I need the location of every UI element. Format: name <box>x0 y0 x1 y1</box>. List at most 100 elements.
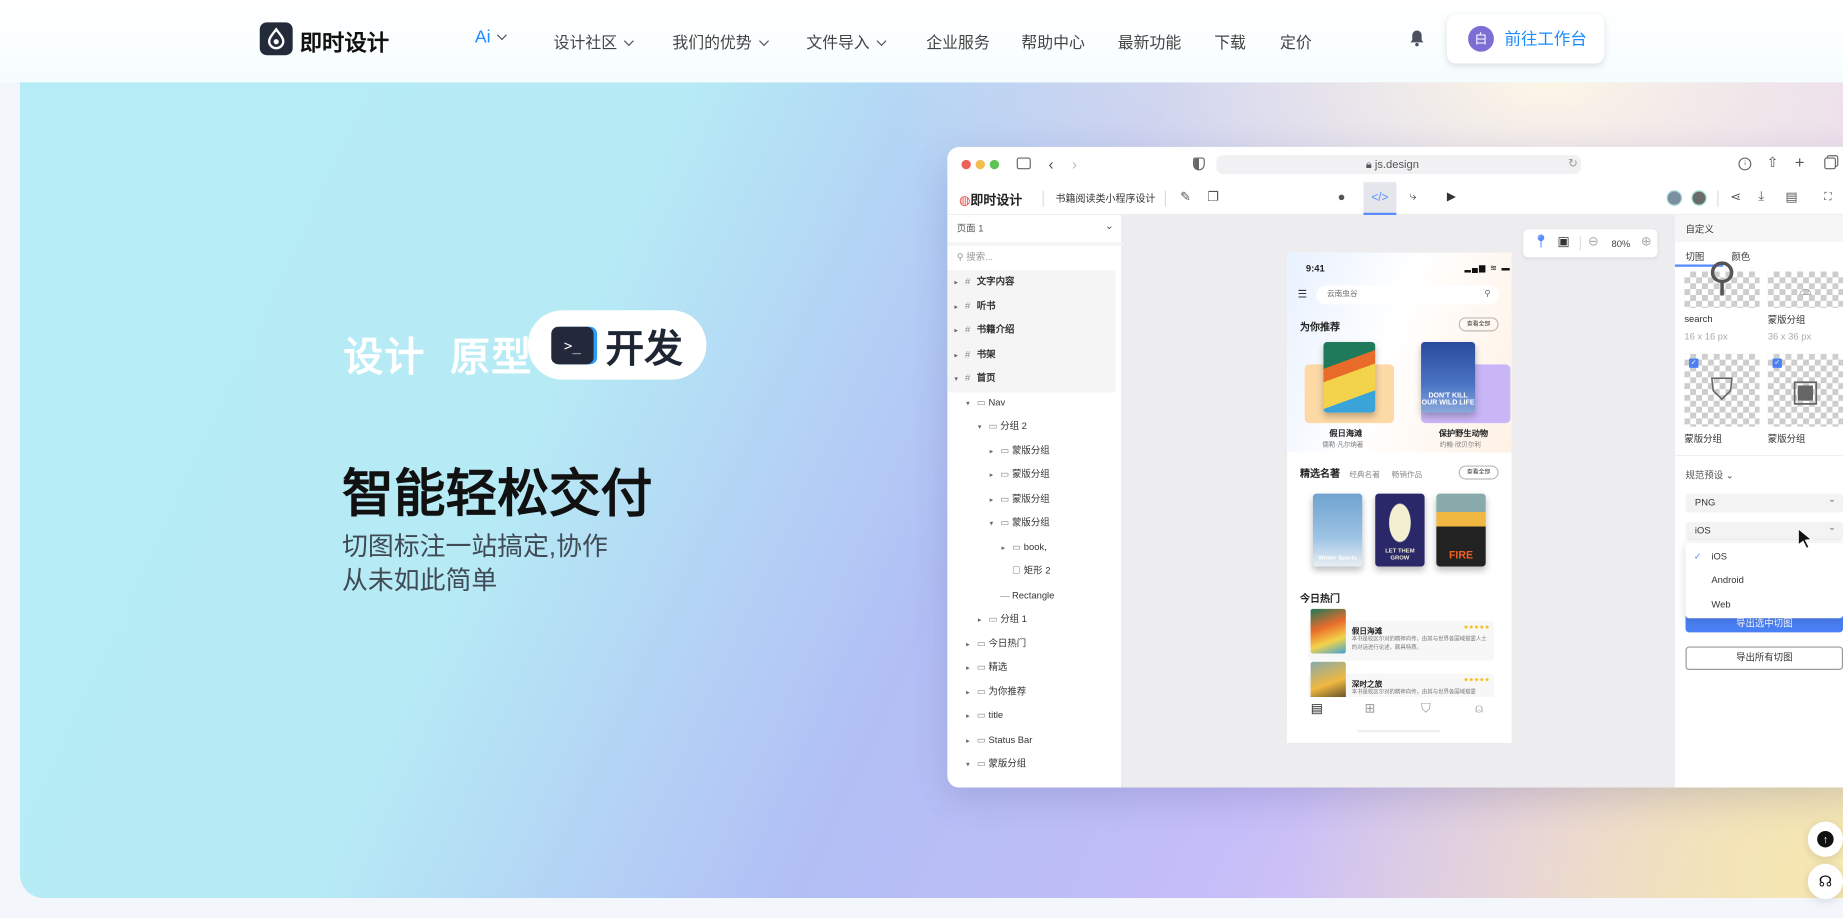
phone-search[interactable]: 云南虫谷 ⚲ <box>1316 285 1499 305</box>
duplicate-icon[interactable]: ❐ <box>1207 191 1219 205</box>
layer-row[interactable]: ▸ ▭ 今日热门 <box>966 632 1026 656</box>
layer-row[interactable]: ☐ 矩形 2 <box>1001 559 1050 583</box>
book-cover[interactable]: DON'T KILL OUR WILD LIFE <box>1421 342 1476 413</box>
caret-right-icon[interactable]: ▸ <box>990 488 1001 512</box>
zoom-out-icon[interactable]: ⊖ <box>1588 236 1599 249</box>
user-icon[interactable]: ⍝ <box>1475 702 1483 716</box>
logo-icon[interactable] <box>259 22 293 56</box>
layer-row[interactable]: ▸ # 听书 <box>954 294 995 318</box>
download-icon[interactable]: ↓ <box>1738 157 1752 171</box>
share-icon[interactable]: ⋖ <box>1730 191 1741 205</box>
layer-row[interactable]: ▸ # 书籍介绍 <box>954 319 1014 343</box>
nav-item[interactable]: 设计社区 <box>554 29 634 53</box>
caret-right-icon[interactable]: ▸ <box>966 705 977 729</box>
annotation-icon[interactable]: ▣ <box>1557 236 1569 249</box>
slice-thumb[interactable]: ⌓ <box>1767 271 1843 308</box>
slice-checkbox[interactable]: ✓ <box>1689 358 1699 368</box>
layer-row[interactable]: ▸ ▭ book, <box>1001 535 1046 559</box>
sidebar-icon[interactable] <box>1016 157 1031 170</box>
caret-right-icon[interactable]: ▸ <box>1001 537 1012 561</box>
share-icon[interactable]: ⇧ <box>1767 155 1779 169</box>
layer-row[interactable]: ▾ ▭ 分组 2 <box>978 415 1027 439</box>
layer-row[interactable]: ▸ ▭ 蒙版分组 <box>990 463 1050 487</box>
pin-icon[interactable]: 📍︎ <box>1533 236 1549 249</box>
reload-icon[interactable]: ↻ <box>1568 158 1578 171</box>
tab-bestsellers[interactable]: 畅销作品 <box>1392 468 1423 479</box>
back-icon[interactable]: ‹ <box>1048 156 1053 171</box>
shield-icon[interactable] <box>1193 157 1205 171</box>
minimize-dot[interactable] <box>975 159 985 170</box>
bell-icon[interactable] <box>1409 29 1424 53</box>
layer-row[interactable]: ▾ ▭ 蒙版分组 <box>990 511 1050 535</box>
tag-design[interactable]: 设计 <box>343 335 425 380</box>
page-selector[interactable]: 页面 1 <box>957 222 984 235</box>
fullscreen-icon[interactable]: ⛶ <box>1824 191 1831 203</box>
nav-item[interactable]: 最新功能 <box>1118 29 1181 53</box>
comment-icon[interactable]: ● <box>1338 191 1346 205</box>
phone-frame[interactable]: 9:41 ▂▄▆ ≋ ▬ ☰ 云南虫谷 ⚲ 为你推荐 查看全部 DON'T KIL… <box>1287 252 1512 743</box>
caret-right-icon[interactable]: ▸ <box>966 633 977 657</box>
caret-right-icon[interactable]: ▸ <box>954 320 965 344</box>
caret-right-icon[interactable]: ▸ <box>990 464 1001 488</box>
dev-mode-button[interactable]: </> <box>1363 182 1397 216</box>
option-web[interactable]: Web <box>1711 599 1730 610</box>
format-select[interactable]: PNG <box>1685 490 1843 513</box>
nav-item[interactable]: 定价 <box>1280 29 1312 53</box>
prototype-path-icon[interactable]: ⤷ <box>1409 190 1416 203</box>
collaborator-avatar[interactable] <box>1691 190 1707 206</box>
zoom-level[interactable]: 80% <box>1611 239 1630 250</box>
workspace-button[interactable]: 白 前往工作台 <box>1446 14 1605 64</box>
layer-row[interactable]: ▸ ▭ title <box>966 704 1003 728</box>
caret-right-icon[interactable]: ▸ <box>954 344 965 368</box>
zoom-in-icon[interactable]: ⊕ <box>1641 236 1652 249</box>
layer-row[interactable]: ▸ ▭ 为你推荐 <box>966 680 1026 704</box>
caret-right-icon[interactable]: ▸ <box>966 657 977 681</box>
caret-down-icon[interactable]: ▾ <box>966 392 977 416</box>
file-name[interactable]: 书籍阅读类小程序设计 <box>1056 192 1156 206</box>
chevron-down-icon[interactable]: ⌄ <box>1105 220 1114 232</box>
new-tab-icon[interactable]: + <box>1795 154 1805 170</box>
nav-item[interactable]: Ai <box>475 27 508 47</box>
nav-item[interactable]: 文件导入 <box>806 29 887 53</box>
tabs-icon[interactable] <box>1824 157 1836 170</box>
export-icon[interactable]: ⤓ <box>1758 190 1764 203</box>
grid-icon[interactable]: ⊞ <box>1365 702 1376 716</box>
layer-row[interactable]: ▸ ▭ 蒙版分组 <box>990 439 1050 463</box>
nav-item[interactable]: 企业服务 <box>926 29 989 53</box>
slice-thumb-search[interactable]: ⚲ <box>1684 257 1760 308</box>
pen-icon[interactable]: ✎ <box>1180 191 1191 205</box>
caret-down-icon[interactable]: ▾ <box>978 416 989 440</box>
caret-right-icon[interactable]: ▸ <box>966 729 977 753</box>
layer-row[interactable]: ▾ ▭ Nav <box>966 391 1005 415</box>
layer-row[interactable]: ▸ ▭ 精选 <box>966 656 1007 680</box>
export-all-button[interactable]: 导出所有切图 <box>1685 646 1843 670</box>
book-cover[interactable]: LET THEM GROW <box>1375 493 1425 567</box>
brand-name[interactable]: 即时设计 <box>300 26 389 58</box>
layer-row[interactable]: ▸ ▭ 蒙版分组 <box>990 487 1050 511</box>
caret-right-icon[interactable]: ▸ <box>990 440 1001 464</box>
slice-checkbox[interactable]: ✓ <box>1772 358 1782 368</box>
layer-row[interactable]: ▸ ▭ Status Bar <box>966 728 1032 752</box>
caret-down-icon[interactable]: ▾ <box>954 368 965 392</box>
back-to-top-button[interactable]: ↑ <box>1807 821 1843 857</box>
forward-icon[interactable]: › <box>1072 156 1077 171</box>
support-button[interactable]: ☊ <box>1807 863 1843 900</box>
caret-right-icon[interactable]: ▸ <box>978 609 989 633</box>
layer-row[interactable]: ▸ ▭ 分组 1 <box>978 608 1027 632</box>
caret-down-icon[interactable]: ▾ <box>966 753 977 777</box>
collaborator-avatar[interactable] <box>1666 190 1682 206</box>
platform-select[interactable]: iOS <box>1685 518 1843 541</box>
canvas[interactable]: 📍︎ ▣ ⊖ 80% ⊕ 9:41 ▂▄▆ ≋ ▬ ☰ 云南虫谷 ⚲ 为你推荐 查… <box>1122 215 1675 788</box>
editor-logo[interactable]: ◍即时设计 <box>959 190 1022 209</box>
option-android[interactable]: Android <box>1711 575 1743 586</box>
caret-down-icon[interactable]: ▾ <box>990 512 1001 536</box>
layer-row[interactable]: — Rectangle <box>990 584 1054 608</box>
nav-item[interactable]: 帮助中心 <box>1021 29 1084 53</box>
maximize-dot[interactable] <box>989 159 1000 170</box>
caret-right-icon[interactable]: ▸ <box>966 681 977 705</box>
tag-prototype[interactable]: 原型 <box>450 335 532 380</box>
see-all-button[interactable]: 查看全部 <box>1458 317 1499 332</box>
caret-right-icon[interactable]: ▸ <box>954 272 965 296</box>
bookshelf-icon[interactable]: ▤ <box>1311 702 1323 716</box>
layer-row[interactable]: ▾ ▭ 蒙版分组 <box>966 752 1026 776</box>
